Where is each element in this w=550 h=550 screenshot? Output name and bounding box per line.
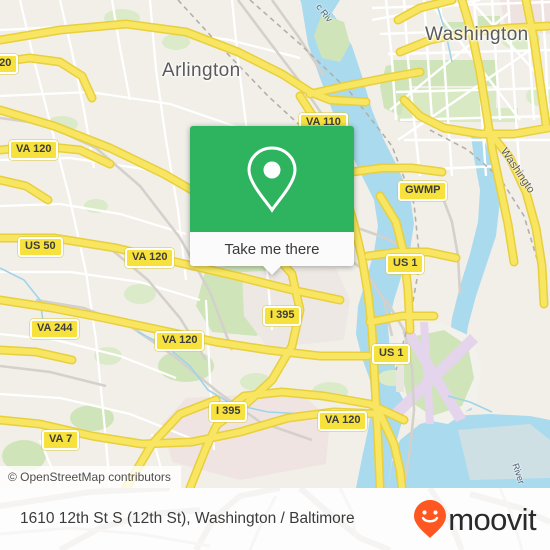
- highway-shield[interactable]: I 395: [209, 402, 248, 422]
- callout-action-label: Take me there: [224, 240, 320, 258]
- map-attribution[interactable]: © OpenStreetMap contributors: [0, 466, 181, 488]
- highway-shield[interactable]: VA 7: [42, 430, 80, 450]
- map-screenshot: Arlington Washington c Riv River Washing…: [0, 0, 550, 550]
- callout-header: [190, 126, 354, 232]
- highway-shield[interactable]: US 1: [386, 254, 425, 274]
- footer-bar: 1610 12th St S (12th St), Washington / B…: [0, 488, 550, 550]
- moovit-logo[interactable]: moovit: [413, 499, 537, 539]
- highway-shield[interactable]: VA 120: [155, 331, 205, 351]
- map-pin-icon: [247, 146, 297, 213]
- highway-shield[interactable]: I 395: [263, 306, 302, 326]
- moovit-smiley-pin-icon: [414, 500, 447, 538]
- highway-shield[interactable]: US 1: [372, 344, 411, 364]
- moovit-wordmark: moovit: [448, 501, 536, 537]
- attribution-text: © OpenStreetMap contributors: [8, 470, 171, 484]
- highway-shield[interactable]: VA 120: [125, 248, 175, 268]
- highway-shield[interactable]: VA 120: [318, 411, 368, 431]
- location-callout-card[interactable]: Take me there: [190, 126, 354, 275]
- highway-shield[interactable]: VA 244: [30, 319, 80, 339]
- highway-shield[interactable]: GWMP: [398, 181, 448, 201]
- callout-tail: [263, 266, 281, 275]
- map-canvas[interactable]: Arlington Washington c Riv River Washing…: [0, 0, 550, 488]
- highway-shield[interactable]: VA 120: [9, 140, 59, 160]
- highway-shield[interactable]: US 50: [18, 237, 63, 257]
- location-title: 1610 12th St S (12th St), Washington / B…: [20, 510, 355, 527]
- highway-shield[interactable]: 120: [0, 54, 19, 74]
- callout-action[interactable]: Take me there: [190, 232, 354, 266]
